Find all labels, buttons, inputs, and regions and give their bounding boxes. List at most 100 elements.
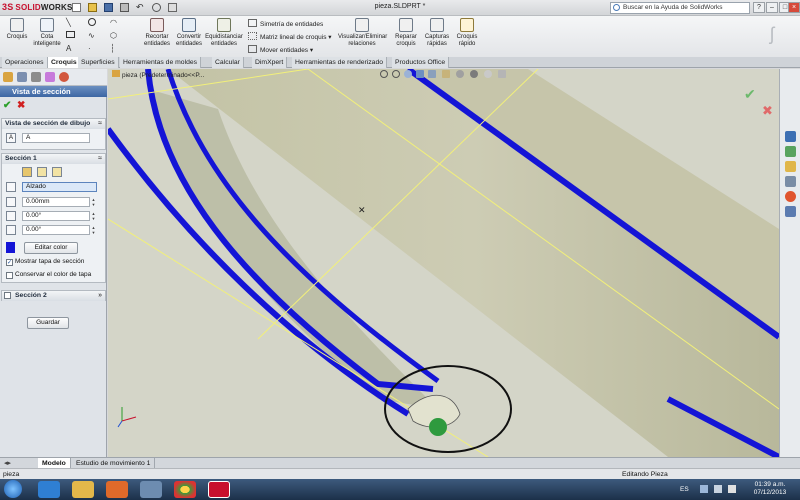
angle-y-input[interactable]: 0.00° bbox=[22, 225, 90, 235]
group-section-2-header[interactable]: Sección 2 » bbox=[2, 291, 105, 301]
scroll-arrows-icon[interactable]: ◂▸ bbox=[4, 459, 11, 467]
angle-x-input[interactable]: 0.00° bbox=[22, 211, 90, 221]
open-folder-icon[interactable] bbox=[88, 3, 97, 12]
group-section-2[interactable]: Sección 2 » bbox=[1, 290, 106, 301]
configuration-icon[interactable] bbox=[31, 72, 41, 82]
convert-entities-button[interactable]: Convertir entidades bbox=[174, 18, 204, 48]
text-icon[interactable]: A bbox=[66, 44, 71, 53]
collapse-chevron-icon[interactable]: ≈ bbox=[98, 154, 102, 164]
print-icon[interactable] bbox=[120, 3, 129, 12]
offset-distance-input[interactable]: 0.00mm bbox=[22, 197, 90, 207]
dimxpert-icon[interactable] bbox=[45, 72, 55, 82]
new-document-icon[interactable] bbox=[72, 3, 81, 12]
plane-top-icon[interactable] bbox=[37, 167, 47, 177]
linear-pattern-button[interactable]: Matriz lineal de croquis ▾ bbox=[248, 32, 332, 41]
line-icon[interactable]: ╲ bbox=[66, 18, 71, 27]
polygon-icon[interactable]: ⬡ bbox=[110, 31, 117, 40]
rectangle-icon[interactable] bbox=[66, 31, 75, 38]
point-icon[interactable]: · bbox=[88, 44, 91, 53]
ie-icon[interactable] bbox=[38, 481, 60, 498]
hide-show-icon[interactable] bbox=[456, 70, 464, 78]
zoom-area-icon[interactable] bbox=[392, 70, 400, 78]
save-icon[interactable] bbox=[104, 3, 113, 12]
minimize-icon[interactable]: – bbox=[766, 2, 778, 13]
start-orb-icon[interactable] bbox=[4, 480, 22, 498]
tab-superficies[interactable]: Superficies bbox=[78, 57, 119, 68]
offset-spinner[interactable]: ▲ ▼ bbox=[91, 197, 96, 207]
view-orientation-icon[interactable] bbox=[428, 70, 436, 78]
view-palette-icon[interactable] bbox=[785, 176, 796, 187]
close-icon[interactable]: × bbox=[788, 2, 800, 13]
smart-dimension-button[interactable]: Cota inteligente bbox=[32, 18, 62, 48]
cancel-x-icon[interactable]: ✖ bbox=[17, 100, 25, 111]
save-button[interactable]: Guardar bbox=[27, 317, 69, 329]
angle-x-spinner[interactable]: ▲ ▼ bbox=[91, 211, 96, 221]
repair-sketch-button[interactable]: Reparar croquis bbox=[390, 18, 422, 48]
tab-croquis[interactable]: Croquis bbox=[48, 57, 81, 68]
options-icon[interactable] bbox=[168, 3, 177, 12]
view-settings-icon[interactable] bbox=[498, 70, 506, 78]
plane-right-icon[interactable] bbox=[52, 167, 62, 177]
solidworks-logo[interactable]: 3S SOLIDWORKS bbox=[2, 2, 73, 12]
spline-icon[interactable]: ∿ bbox=[88, 31, 95, 40]
clock[interactable]: 01:39 a.m. 07/12/2013 bbox=[748, 481, 792, 497]
chevron-down-icon[interactable]: ▾ bbox=[308, 47, 313, 54]
undo-icon[interactable]: ↶ bbox=[136, 2, 144, 13]
centerline-icon[interactable]: ┆ bbox=[110, 44, 115, 53]
tab-herramientas-de-renderizado[interactable]: Herramientas de renderizado bbox=[292, 57, 388, 68]
network-icon[interactable] bbox=[714, 485, 722, 493]
rapid-sketch-button[interactable]: Croquis rápido bbox=[453, 18, 481, 48]
expand-chevron-icon[interactable]: » bbox=[98, 291, 102, 301]
display-style-icon[interactable] bbox=[442, 70, 450, 78]
solidworks-taskbar-icon[interactable] bbox=[208, 481, 230, 498]
flyout-tree[interactable]: pieza (Predeterminado<<P... bbox=[112, 70, 204, 79]
display-manager-icon[interactable] bbox=[59, 72, 69, 82]
model-view[interactable]: ✕ ✔ ✖ bbox=[108, 69, 779, 457]
angle-y-spinner[interactable]: ▲ ▼ bbox=[91, 225, 96, 235]
explorer-icon[interactable] bbox=[72, 481, 94, 498]
edit-color-button[interactable]: Editar color bbox=[24, 242, 78, 254]
croquis-button[interactable]: Croquis bbox=[4, 18, 30, 41]
file-explorer-icon[interactable] bbox=[785, 161, 796, 172]
appearances-icon[interactable] bbox=[785, 191, 796, 202]
display-relations-button[interactable]: Visualizar/Eliminar relaciones bbox=[338, 18, 387, 48]
tab-herramientas-de-moldes[interactable]: Herramientas de moldes bbox=[120, 57, 202, 68]
mirror-entities-button[interactable]: Simetría de entidades bbox=[248, 19, 323, 28]
graphics-area[interactable]: ✕ ✔ ✖ bbox=[108, 69, 779, 457]
help-dropdown-icon[interactable]: ? bbox=[753, 2, 765, 13]
trim-entities-button[interactable]: Recortar entidades bbox=[140, 18, 174, 48]
chrome-icon[interactable] bbox=[174, 481, 196, 498]
group-drawing-header[interactable]: Vista de sección de dibujo ≈ bbox=[2, 119, 105, 129]
tab-calcular[interactable]: Calcular bbox=[212, 57, 244, 68]
corner-ok-icon[interactable]: ✔ bbox=[744, 86, 756, 102]
chevron-down-icon[interactable]: ▾ bbox=[326, 34, 331, 41]
section-plane-field[interactable]: Alzado bbox=[22, 182, 97, 192]
show-cap-checkbox[interactable]: ✓ bbox=[6, 259, 13, 266]
group-section-1-header[interactable]: Sección 1 ≈ bbox=[2, 154, 105, 164]
rebuild-icon[interactable] bbox=[152, 3, 161, 12]
keep-cap-color-checkbox[interactable] bbox=[6, 272, 13, 279]
appearance-icon[interactable] bbox=[470, 70, 478, 78]
offset-entities-button[interactable]: Equidistanciar entidades bbox=[204, 18, 244, 48]
help-search-input[interactable]: Buscar en la Ayuda de SolidWorks bbox=[610, 2, 750, 14]
green-handle[interactable] bbox=[429, 418, 447, 436]
custom-properties-icon[interactable] bbox=[785, 206, 796, 217]
zoom-fit-icon[interactable] bbox=[380, 70, 388, 78]
plane-front-icon[interactable] bbox=[22, 167, 32, 177]
property-manager-icon[interactable] bbox=[17, 72, 27, 82]
language-indicator[interactable]: ES bbox=[680, 486, 689, 493]
design-library-icon[interactable] bbox=[785, 146, 796, 157]
tab-dimxpert[interactable]: DimXpert bbox=[252, 57, 288, 68]
section-2-checkbox[interactable] bbox=[4, 292, 11, 299]
circle-icon[interactable] bbox=[88, 18, 96, 26]
app-icon[interactable] bbox=[140, 481, 162, 498]
scene-icon[interactable] bbox=[484, 70, 492, 78]
feature-tree-icon[interactable] bbox=[3, 72, 13, 82]
collapse-chevron-icon[interactable]: ≈ bbox=[98, 119, 102, 129]
tab-productos-office[interactable]: Productos Office bbox=[392, 57, 450, 68]
previous-view-icon[interactable] bbox=[404, 70, 412, 78]
section-name-field[interactable]: A bbox=[22, 133, 90, 143]
move-entities-button[interactable]: Mover entidades ▾ bbox=[248, 45, 313, 54]
tray-icon[interactable] bbox=[700, 485, 708, 493]
ok-check-icon[interactable]: ✔ bbox=[3, 100, 11, 111]
